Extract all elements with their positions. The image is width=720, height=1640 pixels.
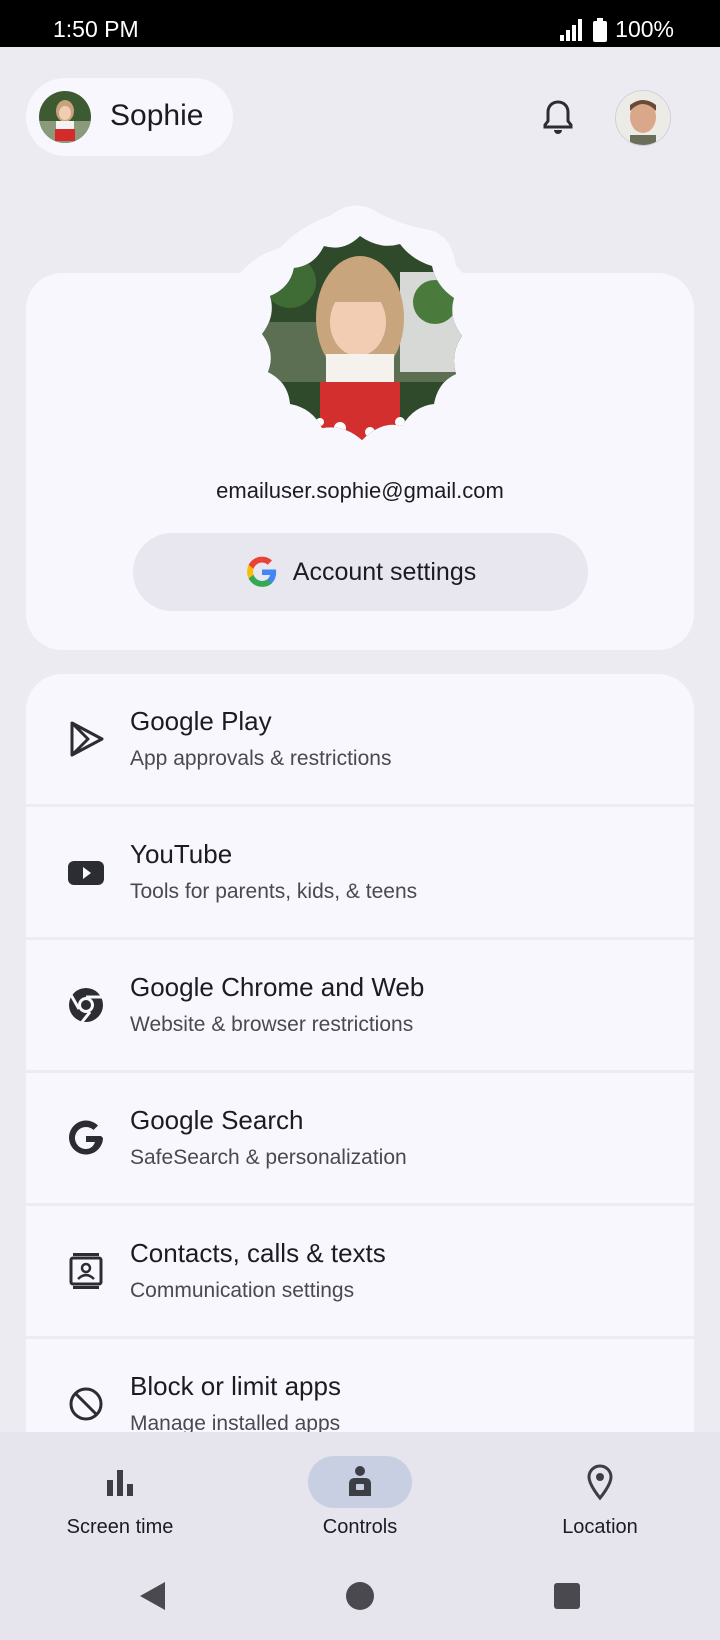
list-item-subtitle: App approvals & restrictions — [130, 747, 392, 770]
home-icon[interactable] — [345, 1580, 375, 1612]
account-settings-label: Account settings — [292, 557, 477, 586]
contact-card-icon — [69, 1253, 103, 1289]
status-bar: 1:50 PM 100% — [0, 0, 720, 47]
account-settings-button[interactable]: Account settings — [133, 533, 588, 611]
signal-icon — [560, 18, 583, 41]
list-item-subtitle: Communication settings — [130, 1279, 355, 1302]
battery-percent: 100% — [615, 16, 674, 42]
nav-label: Location — [562, 1516, 638, 1538]
list-item-subtitle: Tools for parents, kids, & teens — [130, 880, 418, 903]
google-logo-icon — [246, 556, 276, 587]
list-item-google-play[interactable]: Google Play App approvals & restrictions — [26, 674, 694, 804]
google-g-icon — [69, 1120, 103, 1155]
nav-screen-time[interactable]: Screen time — [0, 1432, 240, 1552]
notifications-bell-icon[interactable] — [536, 96, 580, 140]
list-item-chrome[interactable]: Google Chrome and Web Website & browser … — [26, 940, 694, 1070]
child-avatar — [39, 91, 91, 143]
back-icon[interactable] — [137, 1580, 167, 1612]
nav-label: Screen time — [66, 1516, 174, 1538]
list-item-block-apps[interactable]: Block or limit apps Manage installed app… — [26, 1339, 694, 1432]
child-name: Sophie — [110, 99, 204, 132]
list-item-youtube[interactable]: YouTube Tools for parents, kids, & teens — [26, 807, 694, 937]
location-pin-icon — [587, 1464, 613, 1501]
list-item-subtitle: Website & browser restrictions — [130, 1013, 414, 1036]
controls-list: Google Play App approvals & restrictions… — [26, 674, 694, 1432]
list-item-contacts[interactable]: Contacts, calls & texts Communication se… — [26, 1206, 694, 1336]
person-lock-icon — [349, 1466, 371, 1496]
list-item-subtitle: Manage installed apps — [130, 1412, 341, 1432]
list-item-title: Google Search — [130, 1105, 304, 1135]
list-item-title: YouTube — [130, 839, 233, 869]
child-switcher-chip[interactable]: Sophie — [26, 78, 233, 156]
list-item-title: Block or limit apps — [130, 1371, 341, 1401]
child-email: emailuser.sophie@gmail.com — [216, 478, 504, 503]
list-item-title: Contacts, calls & texts — [130, 1238, 386, 1268]
nav-controls[interactable]: Controls — [240, 1432, 480, 1552]
list-item-google-search[interactable]: Google Search SafeSearch & personalizati… — [26, 1073, 694, 1203]
parent-avatar[interactable] — [615, 90, 671, 146]
recents-icon[interactable] — [553, 1580, 581, 1612]
child-profile-photo[interactable] — [250, 232, 470, 452]
nav-label: Controls — [322, 1516, 398, 1538]
list-item-title: Google Play — [130, 706, 272, 736]
chrome-icon — [69, 988, 103, 1023]
battery-icon — [593, 17, 608, 42]
play-icon — [70, 721, 104, 757]
bar-chart-icon — [107, 1470, 133, 1496]
youtube-icon — [68, 861, 104, 885]
status-time: 1:50 PM — [53, 16, 139, 42]
status-icons: 100% — [559, 16, 674, 43]
list-item-title: Google Chrome and Web — [130, 972, 425, 1002]
block-icon — [69, 1387, 103, 1421]
nav-location[interactable]: Location — [480, 1432, 720, 1552]
list-item-subtitle: SafeSearch & personalization — [130, 1146, 407, 1169]
